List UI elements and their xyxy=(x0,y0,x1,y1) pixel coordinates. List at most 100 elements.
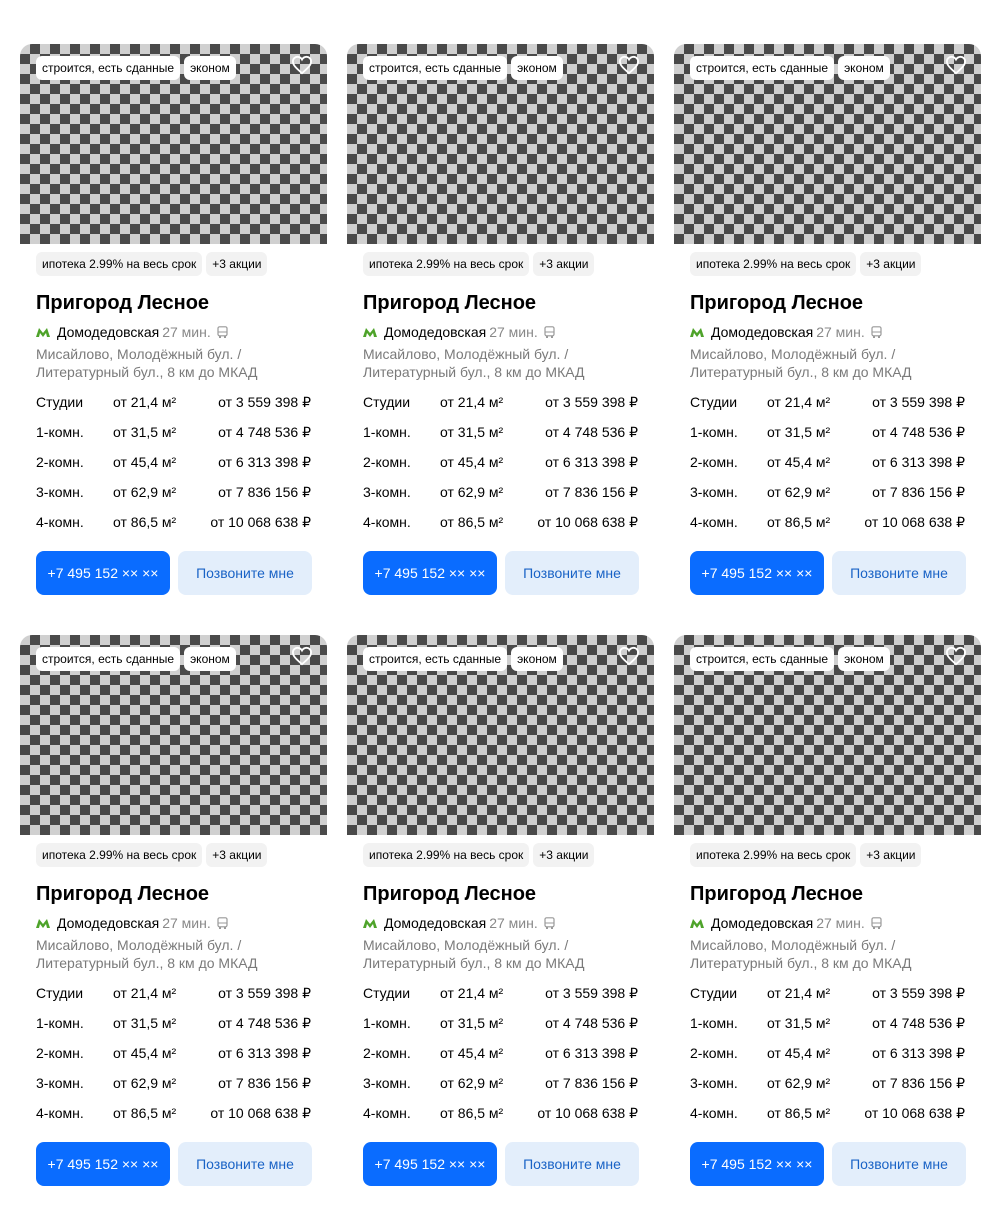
favorite-heart-icon[interactable] xyxy=(618,646,640,666)
complex-title[interactable]: Пригород Лесное xyxy=(690,881,981,907)
more-promos[interactable]: +3 акции xyxy=(206,843,268,867)
more-promos[interactable]: +3 акции xyxy=(860,843,922,867)
room-row[interactable]: 3-комн. от 62,9 м² от 7 836 156 ₽ xyxy=(36,483,311,513)
room-row[interactable]: 2-комн. от 45,4 м² от 6 313 398 ₽ xyxy=(36,453,311,483)
metro-icon xyxy=(363,918,377,928)
complex-photo[interactable]: строится, есть сданные эконом xyxy=(347,635,654,835)
room-type: 1-комн. xyxy=(363,1015,411,1031)
room-area: от 45,4 м² xyxy=(113,454,177,470)
mortgage-promo[interactable]: ипотека 2.99% на весь срок xyxy=(690,843,857,867)
room-type: 4-комн. xyxy=(363,514,411,530)
complex-photo[interactable]: строится, есть сданные эконом xyxy=(674,44,981,244)
complex-title[interactable]: Пригород Лесное xyxy=(36,290,327,316)
room-row[interactable]: 1-комн. от 31,5 м² от 4 748 536 ₽ xyxy=(363,423,638,453)
metro-station: Домодедовская xyxy=(384,915,487,931)
complex-photo[interactable]: строится, есть сданные эконом xyxy=(674,635,981,835)
favorite-heart-icon[interactable] xyxy=(291,55,313,75)
complex-card: строится, есть сданные эконом ипотека 2.… xyxy=(20,44,327,600)
status-tag: строится, есть сданные xyxy=(36,56,181,80)
show-phone-button[interactable]: +7 495 152 ×× ×× xyxy=(363,551,497,595)
room-row[interactable]: 1-комн. от 31,5 м² от 4 748 536 ₽ xyxy=(363,1014,638,1044)
callback-button[interactable]: Позвоните мне xyxy=(505,1142,639,1186)
room-row[interactable]: Студии от 21,4 м² от 3 559 398 ₽ xyxy=(363,393,638,423)
room-row[interactable]: Студии от 21,4 м² от 3 559 398 ₽ xyxy=(363,984,638,1014)
favorite-heart-icon[interactable] xyxy=(945,646,967,666)
room-type: 3-комн. xyxy=(36,1075,84,1091)
room-row[interactable]: 4-комн. от 86,5 м² от 10 068 638 ₽ xyxy=(36,513,311,543)
show-phone-button[interactable]: +7 495 152 ×× ×× xyxy=(363,1142,497,1186)
card-actions: +7 495 152 ×× ×× Позвоните мне xyxy=(690,1142,981,1186)
room-row[interactable]: 1-комн. от 31,5 м² от 4 748 536 ₽ xyxy=(690,1014,965,1044)
mortgage-promo[interactable]: ипотека 2.99% на весь срок xyxy=(363,843,530,867)
room-type: Студии xyxy=(363,985,411,1001)
show-phone-button[interactable]: +7 495 152 ×× ×× xyxy=(36,1142,170,1186)
complex-photo[interactable]: строится, есть сданные эконом xyxy=(347,44,654,244)
room-row[interactable]: 2-комн. от 45,4 м² от 6 313 398 ₽ xyxy=(363,1044,638,1074)
room-row[interactable]: Студии от 21,4 м² от 3 559 398 ₽ xyxy=(36,984,311,1014)
room-area: от 86,5 м² xyxy=(440,514,504,530)
favorite-heart-icon[interactable] xyxy=(945,55,967,75)
room-type: 2-комн. xyxy=(363,454,411,470)
favorite-heart-icon[interactable] xyxy=(618,55,640,75)
complex-address: Мисайлово, Молодёжный бул. / Литературны… xyxy=(36,346,258,380)
complex-address: Мисайлово, Молодёжный бул. / Литературны… xyxy=(690,937,912,971)
mortgage-promo[interactable]: ипотека 2.99% на весь срок xyxy=(363,252,530,276)
more-promos[interactable]: +3 акции xyxy=(860,252,922,276)
room-row[interactable]: 4-комн. от 86,5 м² от 10 068 638 ₽ xyxy=(690,1104,965,1134)
room-type: Студии xyxy=(36,394,84,410)
complex-title[interactable]: Пригород Лесное xyxy=(690,290,981,316)
room-row[interactable]: 4-комн. от 86,5 м² от 10 068 638 ₽ xyxy=(690,513,965,543)
room-row[interactable]: 3-комн. от 62,9 м² от 7 836 156 ₽ xyxy=(36,1074,311,1104)
room-area: от 31,5 м² xyxy=(767,1015,831,1031)
metro-time: 27 мин. xyxy=(816,915,865,931)
complex-photo[interactable]: строится, есть сданные эконом xyxy=(20,635,327,835)
room-row[interactable]: 3-комн. от 62,9 м² от 7 836 156 ₽ xyxy=(690,483,965,513)
card-actions: +7 495 152 ×× ×× Позвоните мне xyxy=(36,551,327,595)
room-row[interactable]: 3-комн. от 62,9 м² от 7 836 156 ₽ xyxy=(363,1074,638,1104)
bus-icon xyxy=(217,326,228,338)
favorite-heart-icon[interactable] xyxy=(291,646,313,666)
callback-button[interactable]: Позвоните мне xyxy=(505,551,639,595)
callback-button[interactable]: Позвоните мне xyxy=(832,551,966,595)
callback-button[interactable]: Позвоните мне xyxy=(178,1142,312,1186)
mortgage-promo[interactable]: ипотека 2.99% на весь срок xyxy=(690,252,857,276)
show-phone-button[interactable]: +7 495 152 ×× ×× xyxy=(690,1142,824,1186)
room-row[interactable]: 1-комн. от 31,5 м² от 4 748 536 ₽ xyxy=(690,423,965,453)
complex-title[interactable]: Пригород Лесное xyxy=(363,290,654,316)
mortgage-promo[interactable]: ипотека 2.99% на весь срок xyxy=(36,843,203,867)
complex-card: строится, есть сданные эконом ипотека 2.… xyxy=(674,635,981,1191)
room-type: 4-комн. xyxy=(363,1105,411,1121)
complex-title[interactable]: Пригород Лесное xyxy=(36,881,327,907)
room-row[interactable]: 2-комн. от 45,4 м² от 6 313 398 ₽ xyxy=(690,453,965,483)
room-row[interactable]: 2-комн. от 45,4 м² от 6 313 398 ₽ xyxy=(363,453,638,483)
mortgage-promo[interactable]: ипотека 2.99% на весь срок xyxy=(36,252,203,276)
room-row[interactable]: 1-комн. от 31,5 м² от 4 748 536 ₽ xyxy=(36,1014,311,1044)
status-tag: строится, есть сданные xyxy=(36,647,181,671)
more-promos[interactable]: +3 акции xyxy=(206,252,268,276)
room-row[interactable]: 1-комн. от 31,5 м² от 4 748 536 ₽ xyxy=(36,423,311,453)
room-row[interactable]: 4-комн. от 86,5 м² от 10 068 638 ₽ xyxy=(363,1104,638,1134)
room-area: от 62,9 м² xyxy=(440,1075,504,1091)
show-phone-button[interactable]: +7 495 152 ×× ×× xyxy=(36,551,170,595)
room-row[interactable]: 4-комн. от 86,5 м² от 10 068 638 ₽ xyxy=(36,1104,311,1134)
metro-icon xyxy=(690,327,704,337)
room-price: от 3 559 398 ₽ xyxy=(545,394,638,410)
callback-button[interactable]: Позвоните мне xyxy=(832,1142,966,1186)
room-row[interactable]: Студии от 21,4 м² от 3 559 398 ₽ xyxy=(690,393,965,423)
room-row[interactable]: 3-комн. от 62,9 м² от 7 836 156 ₽ xyxy=(690,1074,965,1104)
room-row[interactable]: Студии от 21,4 м² от 3 559 398 ₽ xyxy=(690,984,965,1014)
status-tag: строится, есть сданные xyxy=(363,56,508,80)
status-tags: строится, есть сданные эконом xyxy=(690,56,890,80)
room-row[interactable]: 4-комн. от 86,5 м² от 10 068 638 ₽ xyxy=(363,513,638,543)
more-promos[interactable]: +3 акции xyxy=(533,843,595,867)
room-row[interactable]: 2-комн. от 45,4 м² от 6 313 398 ₽ xyxy=(36,1044,311,1074)
complex-title[interactable]: Пригород Лесное xyxy=(363,881,654,907)
complex-photo[interactable]: строится, есть сданные эконом xyxy=(20,44,327,244)
room-row[interactable]: Студии от 21,4 м² от 3 559 398 ₽ xyxy=(36,393,311,423)
room-row[interactable]: 3-комн. от 62,9 м² от 7 836 156 ₽ xyxy=(363,483,638,513)
room-row[interactable]: 2-комн. от 45,4 м² от 6 313 398 ₽ xyxy=(690,1044,965,1074)
room-price: от 3 559 398 ₽ xyxy=(218,985,311,1001)
more-promos[interactable]: +3 акции xyxy=(533,252,595,276)
callback-button[interactable]: Позвоните мне xyxy=(178,551,312,595)
show-phone-button[interactable]: +7 495 152 ×× ×× xyxy=(690,551,824,595)
